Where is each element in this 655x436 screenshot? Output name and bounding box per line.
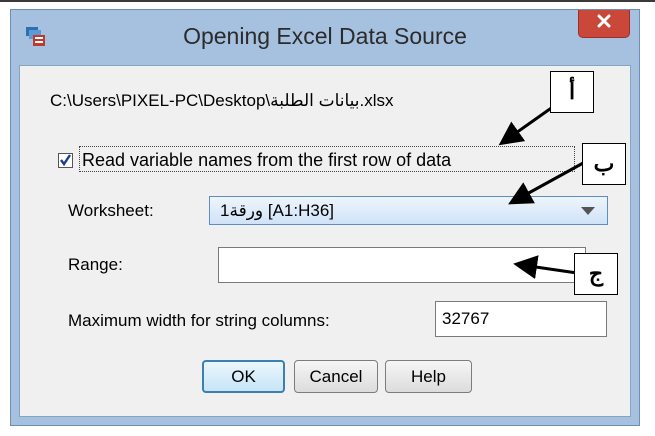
arrow-to-worksheet bbox=[508, 160, 586, 205]
arrow-to-range bbox=[513, 255, 578, 280]
annotation-arrows bbox=[498, 102, 586, 280]
annotation-label-a: أ bbox=[550, 71, 594, 113]
annotation-label-c: ج bbox=[574, 253, 618, 295]
annotation-label-b: ب bbox=[582, 143, 626, 185]
